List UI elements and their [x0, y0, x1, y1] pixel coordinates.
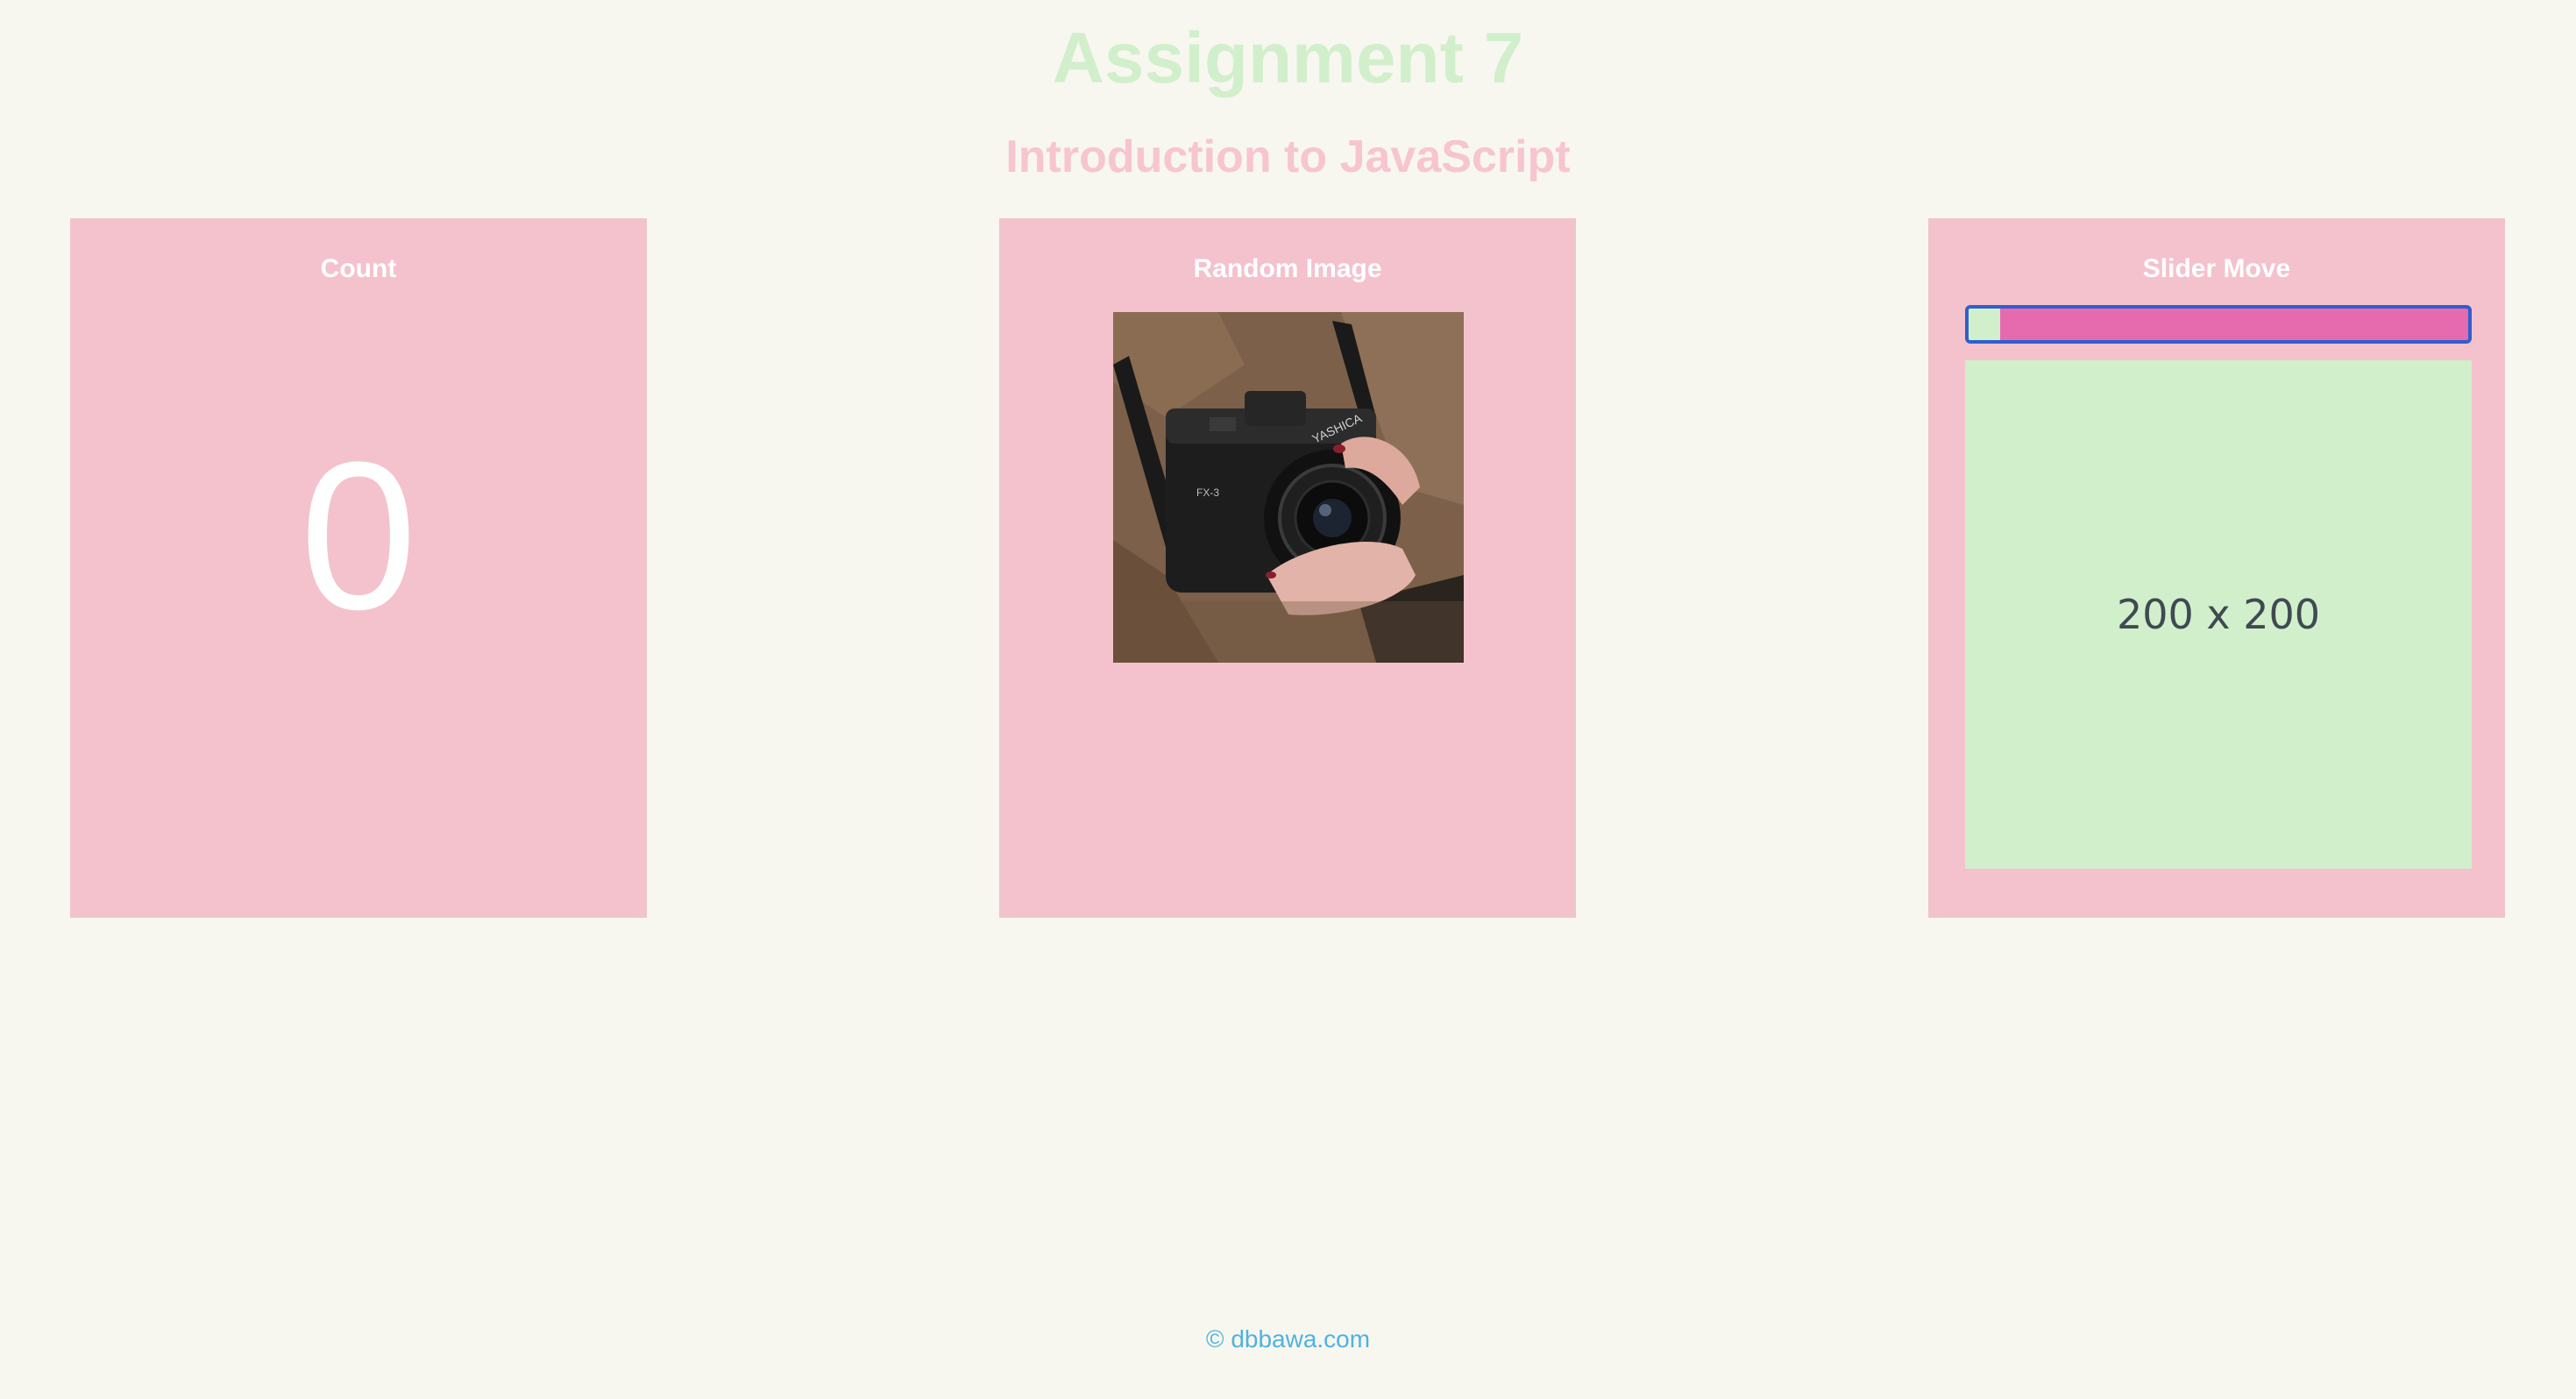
- slider-card-title: Slider Move: [2142, 254, 2291, 283]
- random-image-card: Random Image YASHICA FX-3: [999, 218, 1576, 918]
- page-subtitle: Introduction to JavaScript: [1005, 131, 1571, 182]
- slider-fill: [1969, 309, 1998, 340]
- camera-photo-icon: YASHICA FX-3: [1113, 312, 1464, 663]
- footer-copyright-link[interactable]: © dbbawa.com: [1206, 1325, 1370, 1353]
- count-card[interactable]: Count 0: [70, 218, 647, 918]
- random-image[interactable]: YASHICA FX-3: [1113, 312, 1464, 663]
- slider-box: 200 x 200: [1965, 360, 2472, 869]
- count-value: 0: [300, 418, 417, 653]
- footer: © dbbawa.com: [0, 1325, 2576, 1353]
- page-title: Assignment 7: [1052, 18, 1524, 98]
- svg-text:FX-3: FX-3: [1196, 486, 1219, 499]
- slider-input[interactable]: [1965, 305, 2472, 344]
- slider-box-label: 200 x 200: [2116, 591, 2321, 638]
- slider-thumb[interactable]: [1997, 309, 2000, 340]
- random-image-card-title: Random Image: [1193, 254, 1382, 283]
- count-card-title: Count: [320, 254, 397, 283]
- slider-card: Slider Move 200 x 200: [1928, 218, 2505, 918]
